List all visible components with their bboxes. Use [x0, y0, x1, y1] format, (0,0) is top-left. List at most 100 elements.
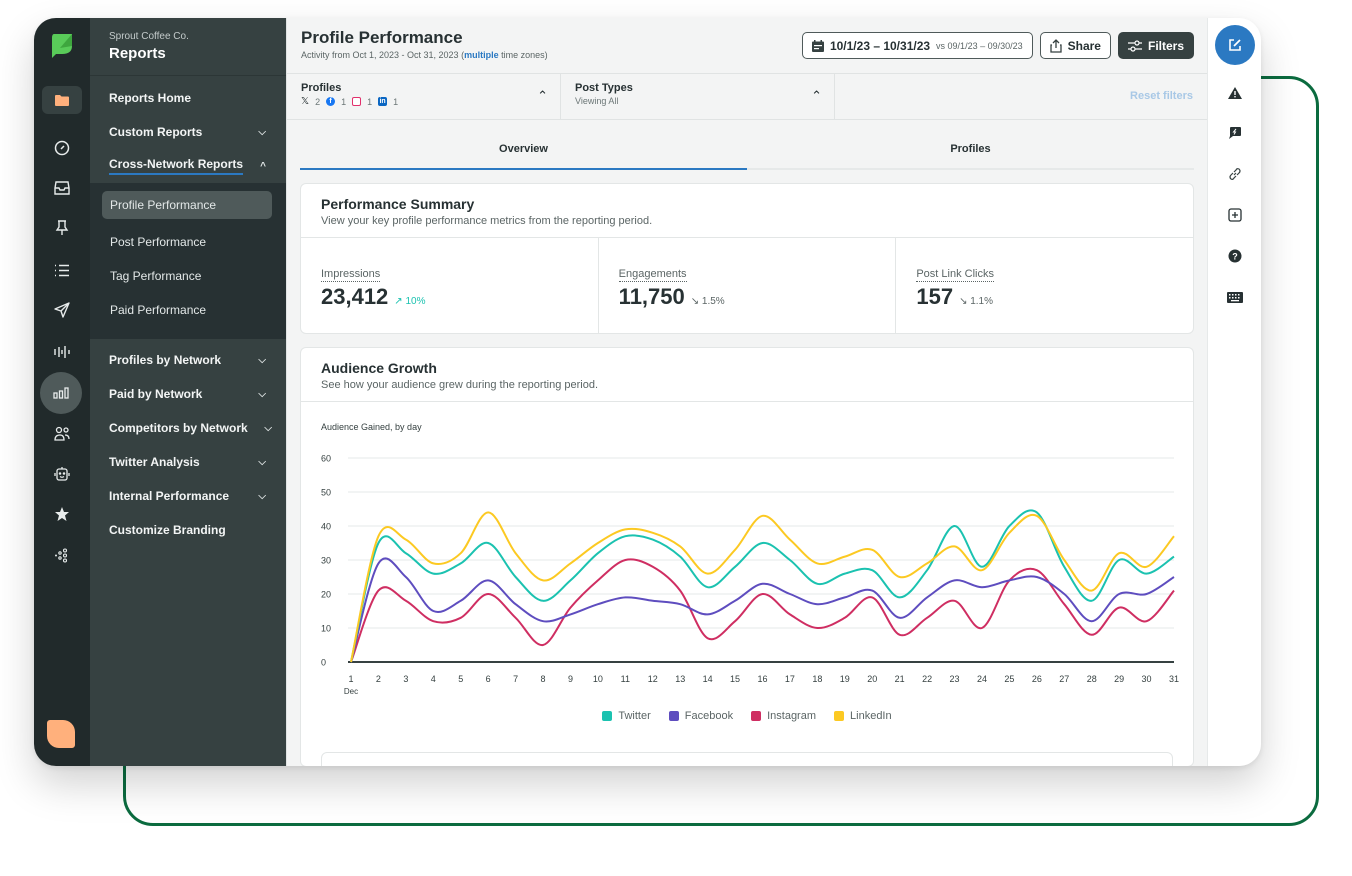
linkedin-count: 1	[393, 96, 399, 107]
x-tick-label: 27	[1059, 674, 1069, 684]
legend-item-facebook[interactable]: Facebook	[668, 710, 734, 722]
metric-value: 157	[916, 284, 954, 309]
people-icon[interactable]	[40, 414, 84, 454]
nav-item-reports-home[interactable]: Reports Home	[90, 81, 286, 115]
x-tick-label: 1	[348, 674, 353, 684]
metric-post-link-clicks: Post Link Clicks 157 ↘ 1.1%	[896, 238, 1193, 333]
sub-item-paid-performance[interactable]: Paid Performance	[90, 293, 272, 327]
cross-network-subnav: Profile Performance Post Performance Tag…	[90, 183, 286, 339]
keyboard-icon[interactable]	[1222, 285, 1248, 309]
sub-item-post-performance[interactable]: Post Performance	[90, 225, 272, 259]
date-range-label: 10/1/23 – 10/31/23	[829, 38, 931, 53]
inbox-icon[interactable]	[40, 168, 84, 208]
compose-button[interactable]	[1215, 25, 1255, 65]
bot-icon[interactable]	[40, 454, 84, 494]
nav-item-custom-reports[interactable]: Custom Reports ⌵	[90, 115, 286, 149]
legend-item-linkedin[interactable]: LinkedIn	[834, 710, 892, 722]
metric-value: 11,750	[618, 284, 685, 309]
folder-icon[interactable]	[42, 86, 82, 114]
timezones-link[interactable]: multiple	[464, 50, 499, 60]
x-tick-label: 6	[486, 674, 491, 684]
x-tick-label: 5	[458, 674, 463, 684]
legend-swatch	[751, 711, 762, 721]
x-tick-label: 20	[867, 674, 877, 684]
legend-label: Facebook	[684, 710, 734, 722]
analytics-icon[interactable]	[40, 372, 82, 414]
nav-item-label: Twitter Analysis	[109, 455, 200, 469]
metric-label[interactable]: Impressions	[321, 268, 381, 282]
profile-counts: 𝕏2 f1 1 in 1	[301, 96, 560, 107]
x-tick-label: 21	[895, 674, 905, 684]
y-tick-label: 30	[321, 556, 331, 566]
compose-icon	[1229, 39, 1241, 51]
metric-value: 23,412	[321, 284, 389, 309]
profiles-filter[interactable]: Profiles 𝕏2 f1 1 in 1 ⌃	[287, 74, 561, 119]
y-tick-label: 0	[321, 658, 326, 668]
tab-overview[interactable]: Overview	[300, 120, 747, 170]
x-tick-label: 25	[1004, 674, 1014, 684]
reset-filters-link[interactable]: Reset filters	[835, 74, 1207, 119]
network-icon[interactable]	[40, 536, 84, 576]
card-subtitle: View your key profile performance metric…	[321, 215, 653, 227]
sub-item-tag-performance[interactable]: Tag Performance	[90, 259, 272, 293]
filters-button[interactable]: Filters	[1117, 32, 1194, 59]
instagram-count: 1	[367, 96, 373, 107]
metric-label[interactable]: Post Link Clicks	[916, 268, 994, 282]
legend-item-instagram[interactable]: Instagram	[751, 710, 816, 722]
nav-item-paid-by-network[interactable]: Paid by Network ⌵	[90, 377, 286, 411]
metric-delta: ↗ 10%	[394, 296, 426, 307]
x-tick-label: 10	[593, 674, 603, 684]
help-icon[interactable]: ?	[1222, 244, 1248, 268]
chevron-down-icon: ⌵	[258, 354, 266, 366]
feedback-icon[interactable]	[1222, 121, 1248, 145]
sub-item-profile-performance[interactable]: Profile Performance	[102, 191, 272, 219]
list-icon[interactable]	[40, 250, 84, 290]
metric-label[interactable]: Engagements	[618, 268, 687, 282]
send-icon[interactable]	[40, 290, 84, 330]
post-types-filter[interactable]: Post Types Viewing All ⌃	[561, 74, 835, 119]
add-asset-icon[interactable]	[1222, 203, 1248, 227]
facebook-icon: f	[326, 97, 336, 106]
gauge-icon[interactable]	[40, 128, 84, 168]
nav-item-twitter-analysis[interactable]: Twitter Analysis ⌵	[90, 445, 286, 479]
chevron-down-icon: ⌵	[258, 126, 266, 138]
x-tick-label: 23	[950, 674, 960, 684]
link-icon[interactable]	[1222, 162, 1248, 186]
share-label: Share	[1067, 38, 1101, 53]
chevron-up-icon: ^	[260, 160, 266, 172]
date-range-button[interactable]: 10/1/23 – 10/31/23 vs 09/1/23 – 09/30/23	[801, 32, 1033, 59]
nav-item-internal-performance[interactable]: Internal Performance ⌵	[90, 479, 286, 513]
card-title: Performance Summary	[321, 196, 475, 212]
nav-item-competitors-by-network[interactable]: Competitors by Network ⌵	[90, 411, 286, 445]
y-tick-label: 20	[321, 590, 331, 600]
pin-icon[interactable]	[40, 208, 84, 248]
metric-impressions: Impressions 23,412 ↗ 10%	[301, 238, 599, 333]
nav-item-customize-branding[interactable]: Customize Branding	[90, 513, 286, 547]
facebook-count: 1	[341, 96, 347, 107]
subtitle-text: Activity from Oct 1, 2023 - Oct 31, 2023…	[301, 50, 465, 60]
listening-icon[interactable]	[40, 332, 84, 372]
nav-header: Sprout Coffee Co. Reports	[90, 18, 286, 76]
app-window: Sprout Coffee Co. Reports Reports Home C…	[34, 18, 1261, 766]
tab-profiles[interactable]: Profiles	[747, 120, 1194, 170]
nav-item-cross-network-reports[interactable]: Cross-Network Reports ^	[90, 149, 286, 183]
x-tick-label: 8	[541, 674, 546, 684]
x-tick-label: 31	[1169, 674, 1179, 684]
legend-label: Instagram	[767, 710, 817, 722]
alert-icon[interactable]	[1222, 81, 1248, 105]
performance-summary-card: Performance Summary View your key profil…	[300, 183, 1194, 334]
x-tick-label: 11	[621, 674, 630, 684]
user-avatar[interactable]	[47, 720, 75, 748]
card-title: Audience Growth	[321, 360, 437, 376]
x-tick-label: 9	[568, 674, 573, 684]
nav-item-label: Customize Branding	[109, 523, 226, 537]
legend-item-twitter[interactable]: Twitter	[602, 710, 651, 722]
x-tick-label: 17	[785, 674, 795, 684]
series-line-facebook	[350, 557, 1175, 663]
share-button[interactable]: Share	[1039, 32, 1111, 59]
org-name: Sprout Coffee Co.	[109, 31, 189, 42]
x-tick-label: 14	[703, 674, 713, 684]
star-icon[interactable]	[40, 494, 84, 534]
next-card-placeholder	[321, 752, 1173, 766]
nav-item-profiles-by-network[interactable]: Profiles by Network ⌵	[90, 343, 286, 377]
